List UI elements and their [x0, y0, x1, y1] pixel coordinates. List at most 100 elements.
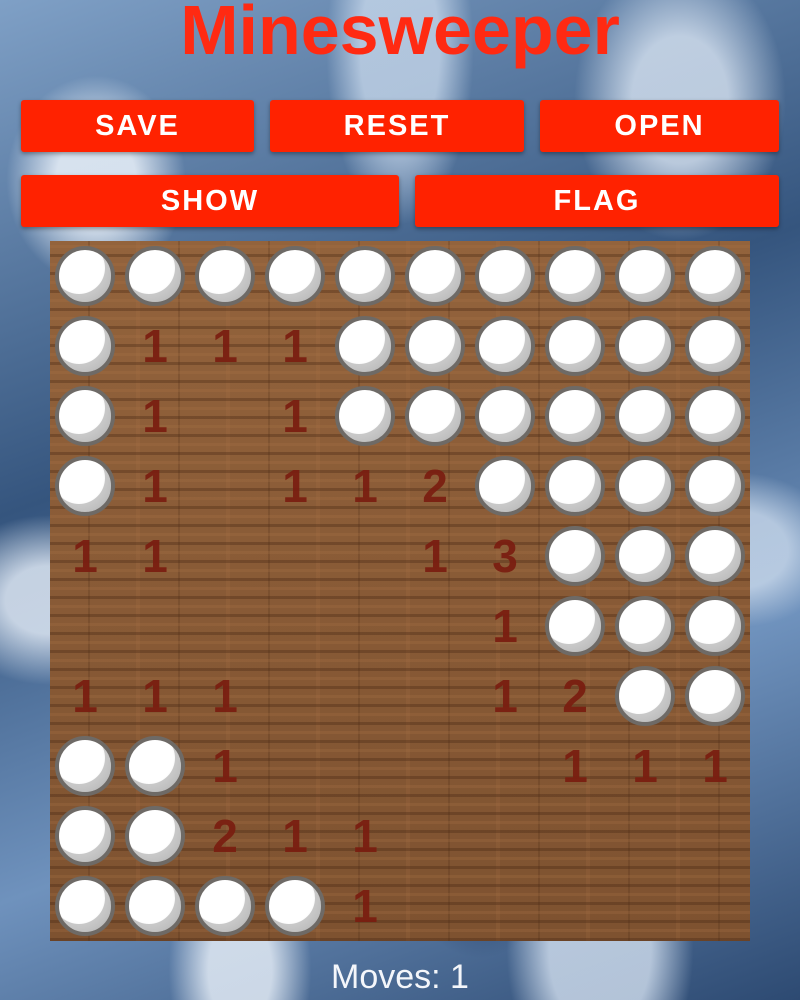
- revealed-number-cell[interactable]: 3: [470, 521, 540, 591]
- covered-cell[interactable]: [50, 731, 120, 801]
- covered-cell[interactable]: [330, 241, 400, 311]
- revealed-empty-cell[interactable]: [610, 801, 680, 871]
- covered-cell[interactable]: [470, 241, 540, 311]
- covered-cell[interactable]: [680, 661, 750, 731]
- revealed-empty-cell[interactable]: [330, 521, 400, 591]
- revealed-number-cell[interactable]: 1: [260, 311, 330, 381]
- covered-cell[interactable]: [680, 381, 750, 451]
- revealed-number-cell[interactable]: 1: [120, 311, 190, 381]
- covered-cell[interactable]: [610, 591, 680, 661]
- covered-cell[interactable]: [540, 521, 610, 591]
- revealed-empty-cell[interactable]: [260, 591, 330, 661]
- revealed-number-cell[interactable]: 1: [330, 801, 400, 871]
- revealed-number-cell[interactable]: 1: [260, 801, 330, 871]
- flag-button[interactable]: FLAG: [415, 175, 779, 227]
- covered-cell[interactable]: [610, 241, 680, 311]
- open-button[interactable]: OPEN: [540, 100, 779, 152]
- covered-cell[interactable]: [330, 381, 400, 451]
- covered-cell[interactable]: [50, 311, 120, 381]
- revealed-empty-cell[interactable]: [680, 801, 750, 871]
- covered-cell[interactable]: [120, 241, 190, 311]
- revealed-empty-cell[interactable]: [260, 521, 330, 591]
- covered-cell[interactable]: [400, 311, 470, 381]
- revealed-number-cell[interactable]: 1: [610, 731, 680, 801]
- covered-cell[interactable]: [610, 521, 680, 591]
- revealed-number-cell[interactable]: 1: [190, 731, 260, 801]
- covered-cell[interactable]: [50, 801, 120, 871]
- revealed-empty-cell[interactable]: [400, 871, 470, 941]
- covered-cell[interactable]: [610, 661, 680, 731]
- revealed-number-cell[interactable]: 1: [190, 311, 260, 381]
- revealed-number-cell[interactable]: 1: [50, 661, 120, 731]
- revealed-number-cell[interactable]: 1: [260, 381, 330, 451]
- covered-cell[interactable]: [610, 381, 680, 451]
- covered-cell[interactable]: [680, 591, 750, 661]
- revealed-number-cell[interactable]: 1: [120, 451, 190, 521]
- covered-cell[interactable]: [540, 381, 610, 451]
- show-button[interactable]: SHOW: [21, 175, 399, 227]
- covered-cell[interactable]: [680, 241, 750, 311]
- revealed-empty-cell[interactable]: [470, 801, 540, 871]
- revealed-empty-cell[interactable]: [470, 871, 540, 941]
- revealed-number-cell[interactable]: 1: [400, 521, 470, 591]
- revealed-empty-cell[interactable]: [330, 731, 400, 801]
- revealed-empty-cell[interactable]: [400, 731, 470, 801]
- revealed-number-cell[interactable]: 1: [120, 381, 190, 451]
- covered-cell[interactable]: [540, 451, 610, 521]
- revealed-number-cell[interactable]: 2: [540, 661, 610, 731]
- revealed-number-cell[interactable]: 2: [400, 451, 470, 521]
- covered-cell[interactable]: [260, 871, 330, 941]
- covered-cell[interactable]: [470, 311, 540, 381]
- revealed-empty-cell[interactable]: [330, 661, 400, 731]
- revealed-empty-cell[interactable]: [400, 591, 470, 661]
- covered-cell[interactable]: [50, 241, 120, 311]
- covered-cell[interactable]: [330, 311, 400, 381]
- covered-cell[interactable]: [190, 241, 260, 311]
- revealed-empty-cell[interactable]: [610, 871, 680, 941]
- revealed-empty-cell[interactable]: [470, 731, 540, 801]
- revealed-empty-cell[interactable]: [400, 661, 470, 731]
- revealed-empty-cell[interactable]: [190, 451, 260, 521]
- covered-cell[interactable]: [50, 381, 120, 451]
- revealed-empty-cell[interactable]: [540, 801, 610, 871]
- covered-cell[interactable]: [610, 311, 680, 381]
- revealed-number-cell[interactable]: 1: [120, 521, 190, 591]
- covered-cell[interactable]: [50, 871, 120, 941]
- covered-cell[interactable]: [540, 311, 610, 381]
- revealed-empty-cell[interactable]: [120, 591, 190, 661]
- covered-cell[interactable]: [120, 871, 190, 941]
- revealed-empty-cell[interactable]: [400, 801, 470, 871]
- revealed-number-cell[interactable]: 1: [680, 731, 750, 801]
- revealed-number-cell[interactable]: 1: [470, 591, 540, 661]
- revealed-number-cell[interactable]: 1: [260, 451, 330, 521]
- covered-cell[interactable]: [50, 451, 120, 521]
- covered-cell[interactable]: [400, 381, 470, 451]
- revealed-number-cell[interactable]: 1: [470, 661, 540, 731]
- covered-cell[interactable]: [540, 591, 610, 661]
- revealed-empty-cell[interactable]: [190, 591, 260, 661]
- revealed-number-cell[interactable]: 2: [190, 801, 260, 871]
- covered-cell[interactable]: [260, 241, 330, 311]
- covered-cell[interactable]: [680, 311, 750, 381]
- covered-cell[interactable]: [680, 451, 750, 521]
- covered-cell[interactable]: [120, 731, 190, 801]
- revealed-number-cell[interactable]: 1: [540, 731, 610, 801]
- reset-button[interactable]: RESET: [270, 100, 524, 152]
- covered-cell[interactable]: [610, 451, 680, 521]
- revealed-empty-cell[interactable]: [190, 521, 260, 591]
- covered-cell[interactable]: [470, 381, 540, 451]
- covered-cell[interactable]: [680, 521, 750, 591]
- covered-cell[interactable]: [540, 241, 610, 311]
- revealed-number-cell[interactable]: 1: [330, 871, 400, 941]
- covered-cell[interactable]: [190, 871, 260, 941]
- revealed-number-cell[interactable]: 1: [190, 661, 260, 731]
- revealed-empty-cell[interactable]: [50, 591, 120, 661]
- revealed-number-cell[interactable]: 1: [330, 451, 400, 521]
- revealed-empty-cell[interactable]: [260, 731, 330, 801]
- revealed-empty-cell[interactable]: [260, 661, 330, 731]
- covered-cell[interactable]: [120, 801, 190, 871]
- covered-cell[interactable]: [400, 241, 470, 311]
- revealed-number-cell[interactable]: 1: [50, 521, 120, 591]
- revealed-number-cell[interactable]: 1: [120, 661, 190, 731]
- covered-cell[interactable]: [470, 451, 540, 521]
